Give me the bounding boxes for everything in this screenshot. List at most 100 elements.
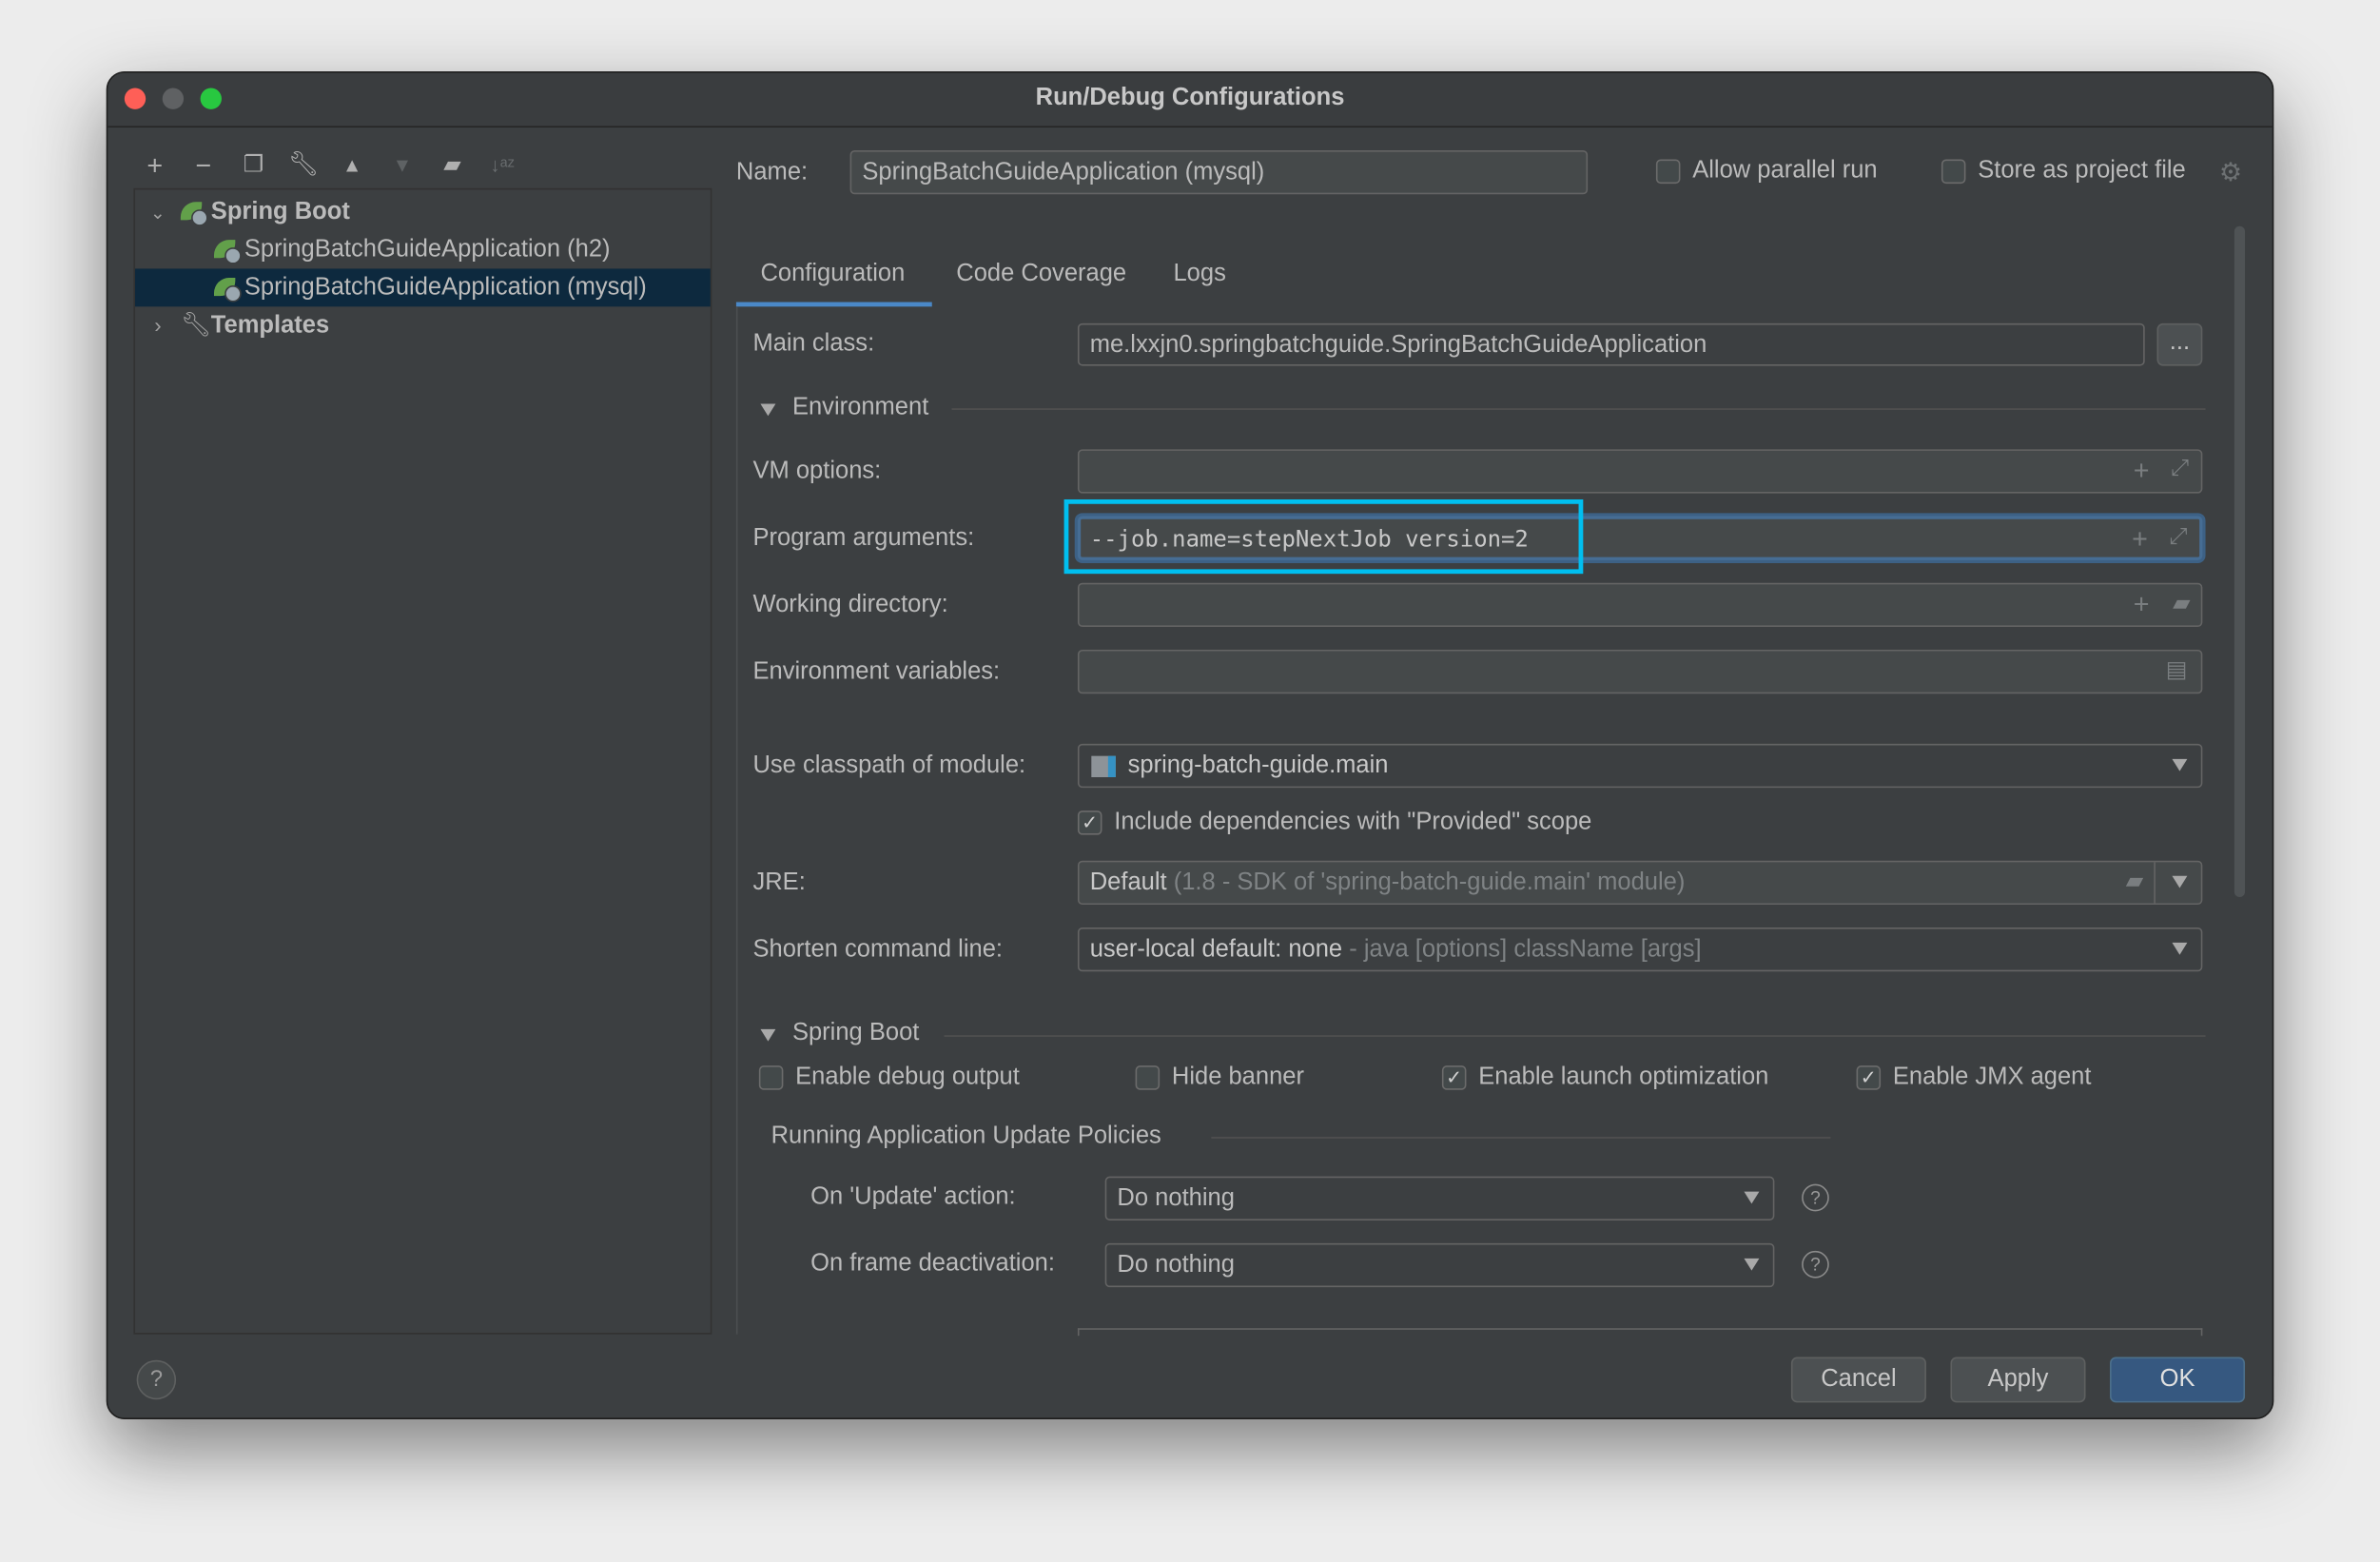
ok-button[interactable]: OK xyxy=(2110,1357,2245,1403)
checkbox-label: Allow parallel run xyxy=(1692,158,1877,184)
name-label: Name: xyxy=(736,160,808,187)
folder-icon[interactable]: ▰ xyxy=(2126,867,2143,894)
classpath-module-label: Use classpath of module: xyxy=(752,752,1025,780)
allow-parallel-run-checkbox[interactable]: Allow parallel run xyxy=(1656,158,1878,185)
chevron-down-icon xyxy=(1744,1259,1759,1271)
tab-configuration[interactable]: Configuration xyxy=(760,261,905,288)
program-arguments-label: Program arguments: xyxy=(752,525,974,553)
enable-debug-output-checkbox[interactable]: Enable debug output xyxy=(759,1064,1020,1092)
tab-code-coverage[interactable]: Code Coverage xyxy=(956,261,1126,288)
tree-item-mysql[interactable]: SpringBatchGuideApplication (mysql) xyxy=(135,268,711,306)
checkbox-box[interactable] xyxy=(1656,159,1681,184)
working-directory-label: Working directory: xyxy=(752,592,947,619)
sort-icon[interactable]: ↓ᵃᶻ xyxy=(484,148,520,182)
working-directory-input[interactable]: +▰ xyxy=(1078,583,2202,627)
tree-item-label: SpringBatchGuideApplication (h2) xyxy=(244,237,611,263)
divider xyxy=(2154,862,2156,903)
main-class-label: Main class: xyxy=(752,331,874,359)
tab-logs[interactable]: Logs xyxy=(1173,261,1225,288)
scrollbar[interactable] xyxy=(2234,226,2245,897)
environment-variables-input[interactable]: ▤ xyxy=(1078,650,2202,693)
help-icon[interactable]: ? xyxy=(1802,1251,1829,1279)
checkbox-box[interactable] xyxy=(1941,159,1966,184)
help-button[interactable]: ? xyxy=(137,1360,176,1399)
plus-icon[interactable]: + xyxy=(137,148,173,182)
copy-icon[interactable]: ❐ xyxy=(235,148,271,182)
update-action-dropdown[interactable]: Do nothing xyxy=(1105,1177,1775,1220)
frame-deactivation-dropdown[interactable]: Do nothing xyxy=(1105,1243,1775,1287)
checkbox-box[interactable] xyxy=(1136,1065,1161,1090)
hide-banner-checkbox[interactable]: Hide banner xyxy=(1136,1064,1304,1092)
chevron-down-icon[interactable]: ⌄ xyxy=(135,194,181,232)
wrench-icon: 🔧︎ xyxy=(181,306,211,344)
plus-icon[interactable]: + xyxy=(2134,456,2150,488)
folder-icon[interactable]: ▰ xyxy=(2173,589,2190,616)
environment-section-title: Environment xyxy=(792,395,928,422)
tree-group-templates[interactable]: ›🔧︎Templates xyxy=(135,306,711,344)
expand-icon[interactable]: ⤢ xyxy=(2171,456,2189,481)
move-down-icon[interactable]: ▼ xyxy=(384,148,420,182)
spring-boot-icon xyxy=(181,202,208,223)
move-up-icon[interactable]: ▲ xyxy=(334,148,370,182)
checkbox-box[interactable] xyxy=(759,1065,784,1090)
jre-hint: (1.8 - SDK of 'spring-batch-guide.main' … xyxy=(1174,869,1686,895)
panel-border xyxy=(736,306,738,1334)
chevron-right-icon[interactable]: › xyxy=(135,306,181,344)
shorten-command-line-label: Shorten command line: xyxy=(752,937,1003,965)
vm-options-input[interactable]: +⤢ xyxy=(1078,449,2202,493)
shorten-command-line-dropdown[interactable]: user-local default: none - java [options… xyxy=(1078,927,2202,971)
update-policies-title: Running Application Update Policies xyxy=(771,1123,1161,1151)
checkbox-box[interactable]: ✓ xyxy=(1857,1065,1882,1090)
checkbox-box[interactable]: ✓ xyxy=(1442,1065,1467,1090)
plus-icon[interactable]: + xyxy=(2134,589,2150,621)
annotation-highlight-box xyxy=(1064,499,1584,574)
collapse-triangle-icon[interactable] xyxy=(760,403,775,416)
shorten-hint: - java [options] className [args] xyxy=(1349,937,1701,963)
configuration-tree: ⌄ Spring Boot SpringBatchGuideApplication… xyxy=(133,188,712,1335)
spring-boot-icon xyxy=(214,278,242,299)
checkbox-label: Include dependencies with "Provided" sco… xyxy=(1114,810,1591,835)
expand-icon[interactable]: ⤢ xyxy=(2169,524,2187,550)
browse-main-class-button[interactable]: ... xyxy=(2156,323,2202,366)
chevron-down-icon xyxy=(1744,1192,1759,1204)
wrench-icon[interactable]: 🔧︎ xyxy=(285,148,322,182)
classpath-module-dropdown[interactable]: spring-batch-guide.main xyxy=(1078,744,2202,788)
name-value: SpringBatchGuideApplication (mysql) xyxy=(862,160,1264,187)
section-divider xyxy=(945,1035,2206,1037)
jre-dropdown[interactable]: Default (1.8 - SDK of 'spring-batch-guid… xyxy=(1078,861,2202,905)
enable-launch-optimization-checkbox[interactable]: ✓Enable launch optimization xyxy=(1442,1064,1768,1092)
update-action-value: Do nothing xyxy=(1117,1185,1234,1213)
chevron-down-icon[interactable] xyxy=(2172,876,2187,888)
checkbox-label: Enable debug output xyxy=(795,1064,1020,1090)
store-as-project-file-checkbox[interactable]: Store as project file xyxy=(1941,158,2186,185)
tree-item-label: SpringBatchGuideApplication (mysql) xyxy=(244,275,647,301)
window-title: Run/Debug Configurations xyxy=(107,85,2272,112)
tree-group-label: Spring Boot xyxy=(211,199,350,225)
main-class-input[interactable]: me.lxxjn0.springbatchguide.SpringBatchGu… xyxy=(1078,323,2145,366)
new-folder-icon[interactable]: ▰ xyxy=(434,148,470,182)
checkbox-box[interactable]: ✓ xyxy=(1078,810,1102,835)
cancel-button[interactable]: Cancel xyxy=(1791,1357,1926,1403)
checkbox-label: Hide banner xyxy=(1172,1064,1304,1090)
apply-button[interactable]: Apply xyxy=(1950,1357,2085,1403)
frame-deactivation-label: On frame deactivation: xyxy=(810,1251,1055,1279)
list-edit-icon[interactable]: ▤ xyxy=(2166,655,2188,683)
gear-icon[interactable]: ⚙ xyxy=(2219,158,2242,188)
enable-jmx-agent-checkbox[interactable]: ✓Enable JMX agent xyxy=(1857,1064,2092,1092)
plus-icon[interactable]: + xyxy=(2132,524,2148,556)
tree-group-label: Templates xyxy=(211,313,329,339)
vm-options-label: VM options: xyxy=(752,459,881,486)
tree-group-spring-boot[interactable]: ⌄ Spring Boot xyxy=(135,193,711,231)
name-input[interactable]: SpringBatchGuideApplication (mysql) xyxy=(850,150,1589,194)
chevron-down-icon xyxy=(2172,759,2187,771)
collapse-triangle-icon[interactable] xyxy=(760,1029,775,1042)
include-provided-checkbox[interactable]: ✓ Include dependencies with "Provided" sc… xyxy=(1078,810,1591,837)
environment-variables-label: Environment variables: xyxy=(752,659,1000,687)
tree-item-h2[interactable]: SpringBatchGuideApplication (h2) xyxy=(135,231,711,269)
update-action-label: On 'Update' action: xyxy=(810,1184,1016,1212)
module-icon xyxy=(1091,756,1116,777)
minus-icon[interactable]: − xyxy=(185,148,222,182)
run-debug-dialog: Run/Debug Configurations + − ❐ 🔧︎ ▲ ▼ ▰ … xyxy=(107,71,2274,1419)
chevron-down-icon xyxy=(2172,943,2187,955)
help-icon[interactable]: ? xyxy=(1802,1184,1829,1212)
